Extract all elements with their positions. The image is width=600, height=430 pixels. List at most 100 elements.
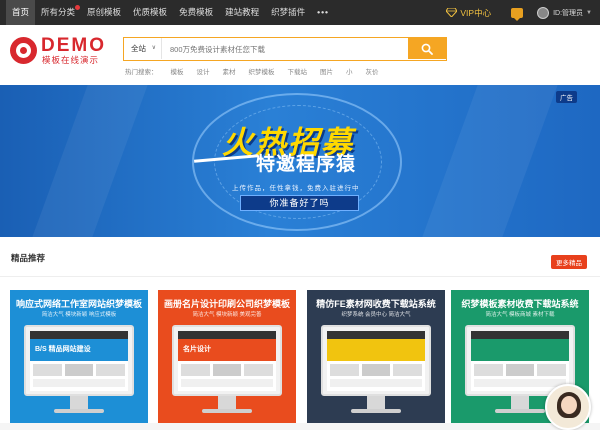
screen-block (212, 364, 242, 376)
screen-footer (330, 379, 422, 387)
monitor-base (351, 409, 401, 413)
screen-content (30, 361, 128, 379)
promo-banner[interactable]: 火热招募 特邀程序猿 上传作品，任性拿钱，免费入驻进行中 你准备好了吗 广告 (0, 85, 600, 237)
card-grid: 响应式网络工作室网站织梦模板 简洁大气 模块新颖 响应式模板 B/S 精品网站建设 … (10, 290, 600, 423)
hot-searches-label: 热门搜索： (125, 69, 158, 76)
nav-item-tutorials[interactable]: 建站教程 (219, 0, 265, 25)
hot-dot-icon (75, 5, 81, 10)
card-subtitle: 简洁大气 模块新颖 响应式模板 (41, 312, 117, 318)
banner-description: 上传作品，任性拿钱，免费入驻进行中 (232, 185, 360, 192)
site-logo[interactable]: DEMO 模板在线演示 (10, 36, 110, 65)
nav-item-original-templates[interactable]: 原创模板 (81, 0, 127, 25)
hot-search-link[interactable]: 图片 (320, 66, 333, 76)
hot-search-link[interactable]: 设计 (197, 66, 210, 76)
screen-footer (181, 379, 273, 387)
card-title: 织梦模板素材收费下载站系统 (461, 299, 579, 309)
nav-item-quality-templates[interactable]: 优质模板 (127, 0, 173, 25)
search-button[interactable] (408, 38, 446, 59)
monitor-base (54, 409, 104, 413)
banner-subline: 特邀程序猿 (256, 154, 357, 175)
section-title: 精品推荐 (11, 253, 46, 263)
avatar (537, 6, 550, 19)
topbar-right: VIP中心 ID:管理员 ▼ (446, 0, 592, 25)
template-card[interactable]: 精仿FE素材网收费下载站系统织梦系统 会员中心 简洁大气 (307, 290, 445, 423)
screen-header (30, 331, 128, 339)
user-menu[interactable]: ID:管理员 ▼ (537, 6, 592, 19)
more-button[interactable]: 更多精品 (551, 255, 587, 269)
monitor-preview (321, 325, 431, 396)
search-category-select[interactable]: 全站 ∨ (124, 38, 162, 59)
hot-search-link[interactable]: 灰价 (366, 66, 379, 76)
featured-section: 精品推荐 更多精品 响应式网络工作室网站织梦模板简洁大气 模块新颖 响应式模板 B… (0, 237, 600, 423)
hot-search-link[interactable]: 下载站 (288, 66, 308, 76)
template-card[interactable]: 响应式网络工作室网站织梦模板简洁大气 模块新颖 响应式模板 B/S 精品网站建设 (10, 290, 148, 423)
card-subtitle: 简洁大气 模板商城 素材下载 (485, 312, 555, 318)
nav-item-home[interactable]: 首页 (6, 0, 36, 25)
screen-overlay-text: 名片设计 (183, 346, 211, 353)
screen-content (471, 361, 569, 379)
monitor-stand (367, 396, 385, 410)
search-bar: 全站 ∨ (123, 37, 447, 61)
banner-cta[interactable]: 你准备好了吗 (240, 195, 359, 211)
vip-center-link[interactable]: VIP中心 (446, 7, 491, 19)
monitor-base (202, 409, 252, 413)
screen-block (393, 364, 423, 376)
chevron-down-icon: ∨ (151, 45, 156, 51)
template-card[interactable]: 画册名片设计印刷公司织梦模板简洁大气 模块新颖 美观完善名片设计 (158, 290, 296, 423)
screen-hero (327, 339, 425, 361)
search-icon (421, 43, 433, 55)
monitor-preview: 名片设计 (172, 325, 282, 396)
main-nav: 首页 所有分类 原创模板 优质模板 免费模板 建站教程 织梦插件 ••• (6, 0, 335, 25)
hot-search-link[interactable]: 小 (346, 66, 353, 76)
screen-block (330, 364, 359, 376)
logo-tagline: 模板在线演示 (42, 55, 100, 65)
monitor-preview: B/S 精品网站建设 (24, 325, 134, 396)
monitor-screen (471, 331, 569, 391)
top-navigation-bar: 首页 所有分类 原创模板 优质模板 免费模板 建站教程 织梦插件 ••• VIP… (0, 0, 600, 25)
user-name: ID:管理员 (553, 9, 584, 17)
screen-block (474, 364, 503, 376)
hot-searches: 热门搜索： 模板 设计 素材 织梦模板 下载站 图片 小 灰价 (125, 66, 392, 76)
banner-decoration (32, 85, 148, 237)
nav-label: 所有分类 (41, 7, 76, 17)
nav-item-all-categories[interactable]: 所有分类 (35, 0, 81, 25)
search-input[interactable] (162, 38, 408, 60)
nav-more-button[interactable]: ••• (311, 0, 335, 25)
screen-hero: 名片设计 (178, 339, 276, 361)
hot-search-link[interactable]: 素材 (223, 66, 236, 76)
screen-block (505, 364, 535, 376)
card-title: 精仿FE素材网收费下载站系统 (316, 299, 436, 309)
card-subtitle: 织梦系统 会员中心 简洁大气 (341, 312, 411, 318)
hot-search-link[interactable]: 模板 (171, 66, 184, 76)
vip-label: VIP中心 (460, 7, 492, 18)
nav-item-free-templates[interactable]: 免费模板 (173, 0, 219, 25)
screen-hero: B/S 精品网站建设 (30, 339, 128, 361)
screen-content (327, 361, 425, 379)
screen-block (244, 364, 274, 376)
logo-mark-icon (10, 37, 37, 64)
monitor-stand (511, 396, 529, 410)
screen-hero (471, 339, 569, 361)
screen-header (178, 331, 276, 339)
card-subtitle: 简洁大气 模块新颖 美观完善 (192, 312, 262, 318)
screen-overlay-text: B/S 精品网站建设 (35, 346, 91, 353)
screen-header (471, 331, 569, 339)
message-icon[interactable] (511, 7, 524, 21)
chevron-down-icon: ▼ (586, 9, 592, 16)
screen-block (361, 364, 391, 376)
avatar-face (561, 396, 577, 414)
diamond-icon (446, 8, 458, 17)
nav-item-dede-plugins[interactable]: 织梦插件 (265, 0, 311, 25)
section-header: 精品推荐 更多精品 (0, 237, 600, 277)
card-title: 画册名片设计印刷公司织梦模板 (163, 299, 290, 309)
site-header: DEMO 模板在线演示 全站 ∨ 热门搜索： 模板 设计 素材 织梦模板 下载站… (0, 25, 600, 85)
screen-footer (474, 379, 566, 387)
screen-block (181, 364, 210, 376)
screen-block (537, 364, 567, 376)
hot-search-link[interactable]: 织梦模板 (249, 66, 275, 76)
customer-service-avatar[interactable] (545, 384, 591, 430)
card-title: 响应式网络工作室网站织梦模板 (15, 299, 142, 309)
monitor-stand (218, 396, 236, 410)
monitor-base (495, 409, 545, 413)
ad-badge: 广告 (556, 91, 577, 103)
